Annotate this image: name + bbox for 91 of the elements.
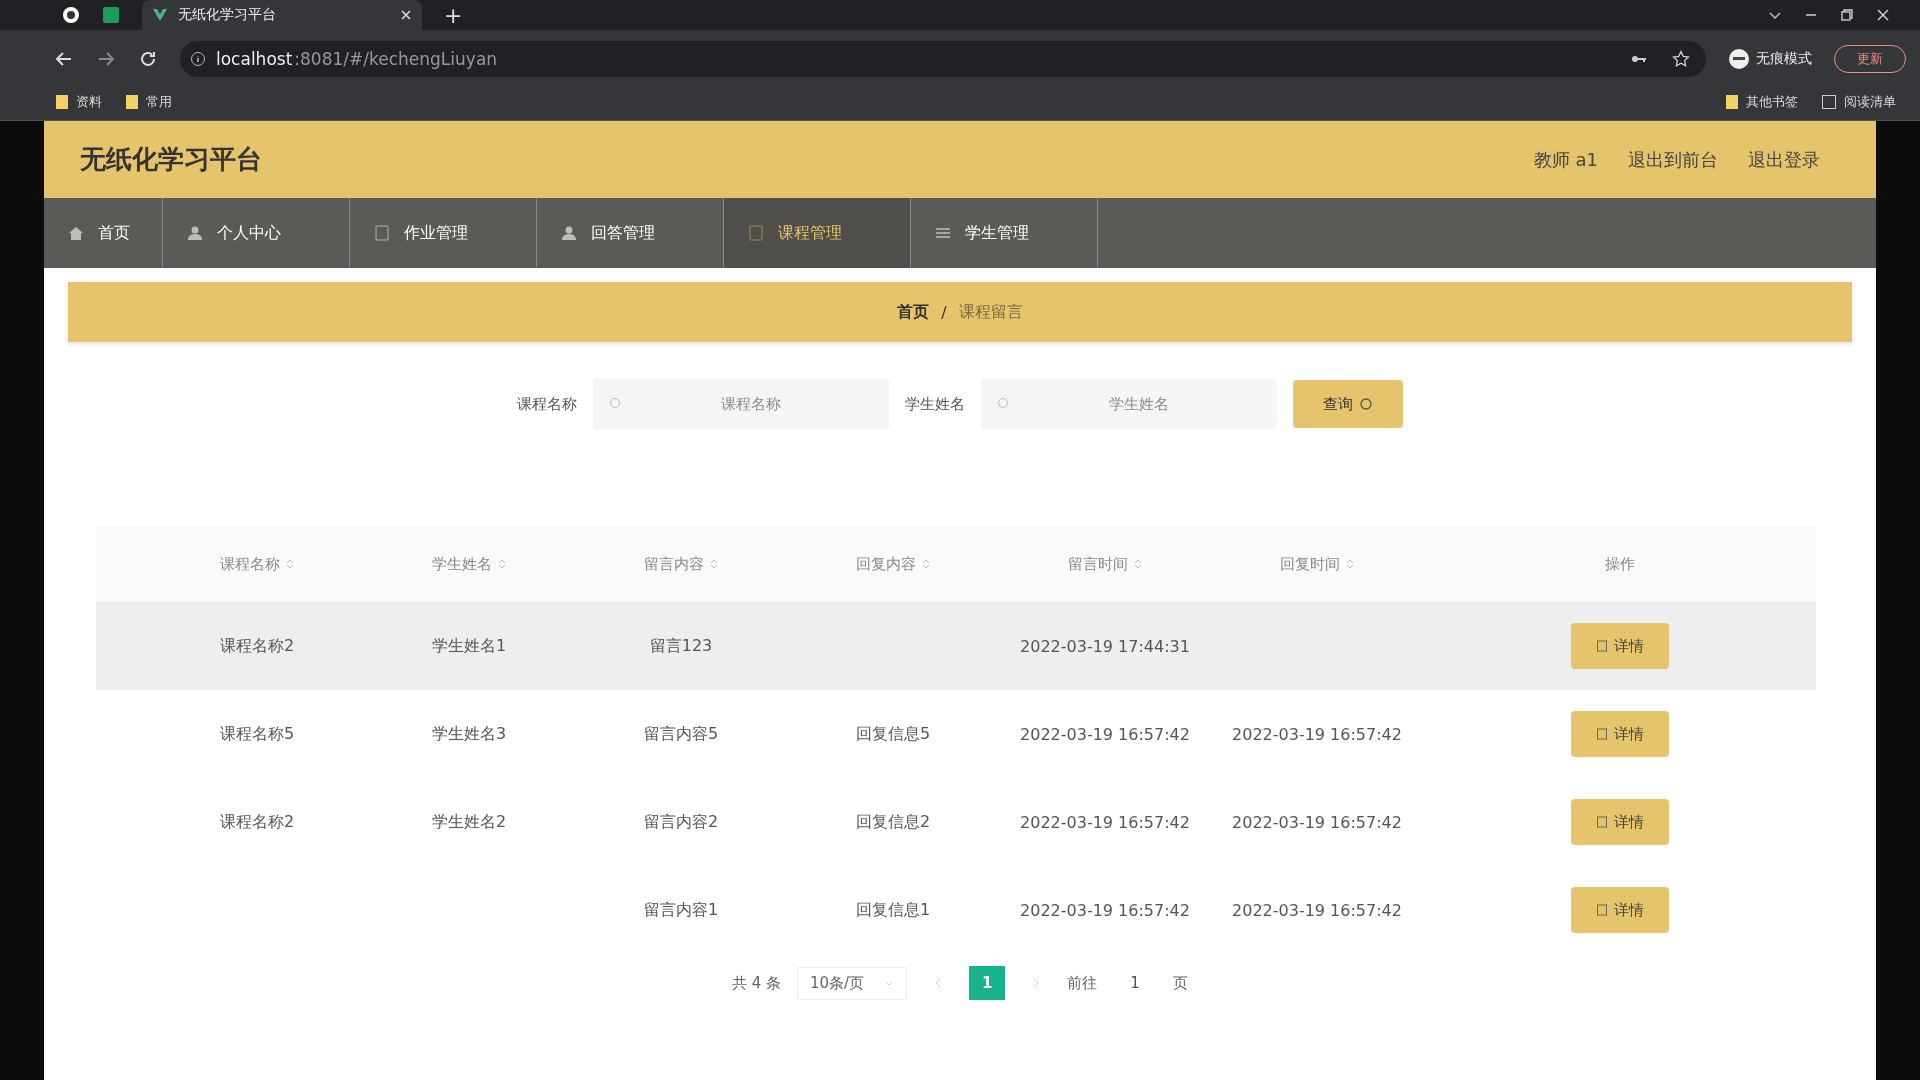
nav-tab[interactable]: 课程管理 bbox=[724, 198, 911, 268]
column-header: 操作 bbox=[1603, 554, 1636, 574]
table-cell: 留言123 bbox=[649, 635, 713, 657]
goto-label: 前往 bbox=[1067, 973, 1098, 993]
table-cell: 2022-03-19 16:57:42 bbox=[1232, 724, 1402, 744]
sheet-icon[interactable] bbox=[102, 6, 120, 24]
table-cell: 课程名称5 bbox=[219, 723, 295, 745]
column-header[interactable]: 学生姓名 bbox=[363, 554, 575, 574]
detail-button[interactable]: 详情 bbox=[1570, 711, 1669, 757]
search-icon bbox=[1359, 397, 1373, 411]
table-cell: 学生姓名3 bbox=[431, 723, 507, 745]
column-header[interactable]: 留言内容 bbox=[575, 554, 787, 574]
table-cell: 回复信息5 bbox=[855, 723, 931, 745]
table-cell: 2022-03-19 16:57:42 bbox=[1232, 900, 1402, 920]
document-icon bbox=[748, 225, 764, 241]
table-row[interactable]: 课程名称5 学生姓名3 留言内容5 回复信息5 2022-03-19 16:57:42 2022-03-19 16:57:42 详情 bbox=[96, 690, 1816, 778]
table-cell: 留言内容2 bbox=[643, 811, 719, 833]
bookmark[interactable]: 资料 bbox=[56, 93, 102, 111]
search-icon bbox=[609, 397, 623, 411]
search-button[interactable]: 查询 bbox=[1293, 380, 1403, 428]
table-cell: 留言内容5 bbox=[643, 723, 719, 745]
goto-label: 页 bbox=[1173, 973, 1189, 993]
column-header[interactable]: 回复内容 bbox=[787, 554, 999, 574]
table-row[interactable]: 课程名称2 学生姓名1 留言123 2022-03-19 17:44:31 详情 bbox=[96, 602, 1816, 690]
nav-tab[interactable]: 作业管理 bbox=[350, 198, 537, 268]
browser-tab[interactable]: 无纸化学习平台 bbox=[142, 0, 422, 30]
header-link[interactable]: 退出到前台 bbox=[1628, 147, 1718, 172]
table-cell: 课程名称2 bbox=[219, 811, 295, 833]
column-header[interactable]: 课程名称 bbox=[151, 554, 363, 574]
sort-icon bbox=[1134, 559, 1142, 569]
bookmark[interactable]: 阅读清单 bbox=[1822, 93, 1896, 111]
page-size-select[interactable]: 10条/页 bbox=[796, 966, 908, 1000]
header-link[interactable]: 退出登录 bbox=[1748, 147, 1820, 172]
bookmark[interactable]: 其他书签 bbox=[1726, 93, 1798, 111]
search-field[interactable]: 课程名称 bbox=[593, 379, 889, 429]
table-cell: 2022-03-19 17:44:31 bbox=[1020, 636, 1190, 656]
table-cell: 回复信息2 bbox=[855, 811, 931, 833]
sort-icon bbox=[498, 559, 506, 569]
user-icon bbox=[187, 225, 203, 241]
incognito-button[interactable]: 无痕模式 bbox=[1728, 48, 1812, 70]
star-icon[interactable] bbox=[1672, 50, 1690, 68]
sort-icon bbox=[286, 559, 294, 569]
restore-icon[interactable] bbox=[1840, 8, 1854, 22]
nav-tab[interactable]: 学生管理 bbox=[911, 198, 1098, 268]
bookmark[interactable]: 常用 bbox=[126, 93, 172, 111]
sort-icon bbox=[1346, 559, 1354, 569]
breadcrumb-separator: / bbox=[941, 302, 947, 322]
field-label: 学生姓名 bbox=[905, 394, 965, 414]
table-cell: 2022-03-19 16:57:42 bbox=[1020, 900, 1190, 920]
table-row[interactable]: 留言内容1 回复信息1 2022-03-19 16:57:42 2022-03-19 16:57:42 详情 bbox=[96, 866, 1816, 954]
sort-icon bbox=[710, 559, 718, 569]
table-row[interactable]: 课程名称2 学生姓名2 留言内容2 回复信息2 2022-03-19 16:57:42 2022-03-19 16:57:42 详情 bbox=[96, 778, 1816, 866]
table-cell: 2022-03-19 16:57:42 bbox=[1020, 724, 1190, 744]
info-icon bbox=[190, 51, 206, 67]
list-icon bbox=[935, 225, 951, 241]
document-icon bbox=[374, 225, 390, 241]
breadcrumb-item: 课程留言 bbox=[958, 301, 1023, 323]
table-cell: 学生姓名2 bbox=[431, 811, 507, 833]
nav-tab[interactable]: 首页 bbox=[44, 198, 163, 268]
home-icon bbox=[68, 225, 84, 241]
table-cell: 课程名称2 bbox=[219, 635, 295, 657]
detail-button[interactable]: 详情 bbox=[1570, 799, 1669, 845]
sort-icon bbox=[922, 559, 930, 569]
column-header[interactable]: 回复时间 bbox=[1211, 554, 1423, 574]
detail-button[interactable]: 详情 bbox=[1570, 887, 1669, 933]
address-field[interactable]: localhost:8081/#/kechengLiuyan bbox=[180, 41, 1706, 77]
breadcrumb-item[interactable]: 首页 bbox=[897, 301, 930, 323]
column-header[interactable]: 留言时间 bbox=[999, 554, 1211, 574]
close-icon[interactable] bbox=[400, 9, 412, 21]
table-cell: 学生姓名1 bbox=[431, 635, 507, 657]
document-icon bbox=[1595, 904, 1608, 916]
search-field[interactable]: 学生姓名 bbox=[981, 379, 1277, 429]
table-cell: 回复信息1 bbox=[855, 899, 931, 921]
table-cell: 2022-03-19 16:57:42 bbox=[1020, 812, 1190, 832]
document-icon bbox=[1595, 728, 1608, 740]
site-title: 无纸化学习平台 bbox=[80, 143, 262, 176]
vue-logo-icon bbox=[152, 7, 168, 23]
reload-icon[interactable] bbox=[138, 49, 158, 69]
user-icon bbox=[561, 225, 577, 241]
header-link[interactable]: 教师 a1 bbox=[1533, 147, 1598, 172]
search-icon bbox=[997, 397, 1011, 411]
table-cell: 2022-03-19 16:57:42 bbox=[1232, 812, 1402, 832]
detail-button[interactable]: 详情 bbox=[1570, 623, 1669, 669]
nav-tab[interactable]: 个人中心 bbox=[163, 198, 350, 268]
document-icon bbox=[1595, 816, 1608, 828]
total-count: 共 4 条 bbox=[731, 973, 781, 993]
field-label: 课程名称 bbox=[517, 394, 577, 414]
table-cell: 留言内容1 bbox=[643, 899, 719, 921]
close-icon[interactable] bbox=[1876, 8, 1890, 22]
new-tab-button[interactable]: + bbox=[444, 2, 463, 28]
document-icon bbox=[1595, 640, 1608, 652]
